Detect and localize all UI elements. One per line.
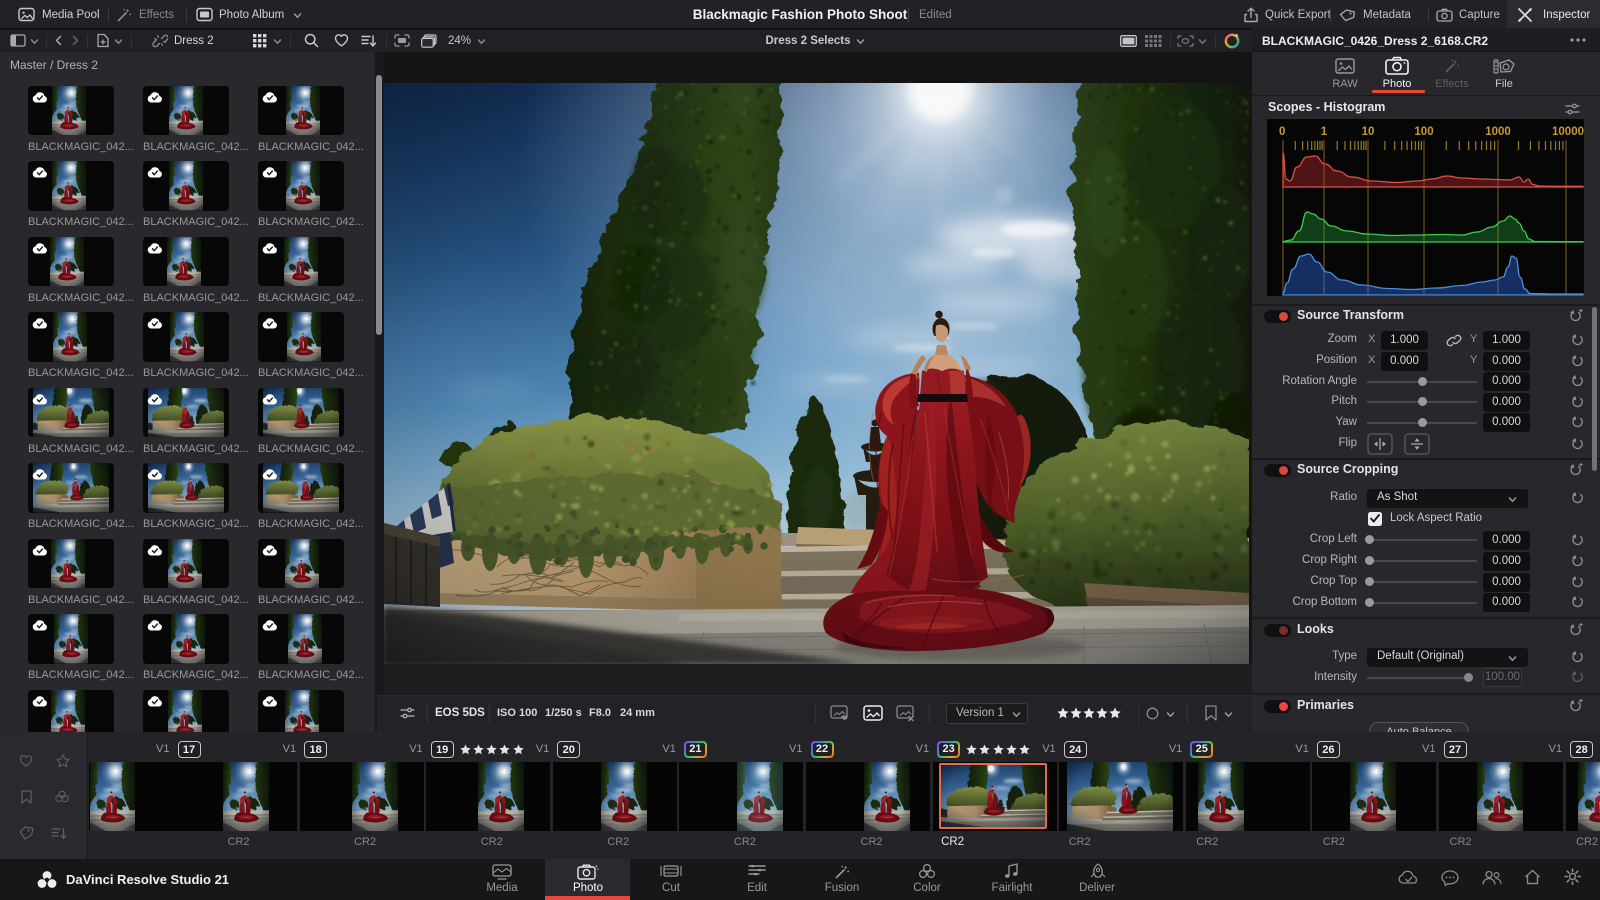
svg-text:1: 1 — [1321, 126, 1328, 138]
svg-text:1000: 1000 — [1485, 126, 1511, 138]
svg-text:10000: 10000 — [1552, 126, 1584, 138]
svg-text:10: 10 — [1362, 126, 1375, 138]
svg-text:100: 100 — [1414, 126, 1433, 138]
svg-text:0: 0 — [1279, 126, 1285, 138]
